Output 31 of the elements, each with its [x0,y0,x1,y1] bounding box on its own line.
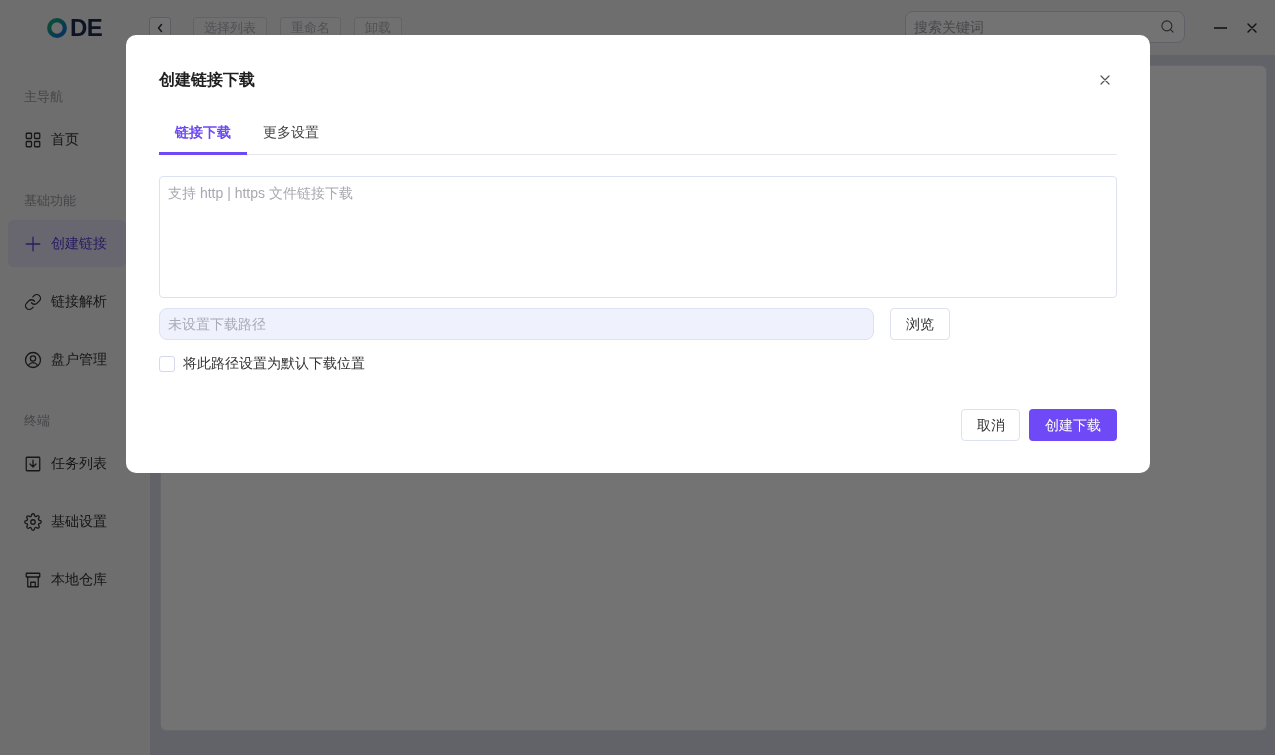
ring-logo-icon [47,17,67,38]
sidebar-item[interactable]: 首页 [8,116,126,163]
create-download-button[interactable]: 创建下载 [1029,409,1117,441]
tab[interactable]: 更多设置 [247,110,335,155]
store-icon [24,570,42,589]
plus-icon [24,234,42,253]
logo-text: DE [70,15,103,40]
minimize-icon [1213,26,1227,29]
sidebar-item[interactable]: 基础设置 [8,498,126,545]
path-input[interactable]: 未设置下载路径 [159,308,874,340]
sidebar-item[interactable]: 链接解析 [8,278,126,325]
sidebar-item[interactable]: 本地仓库 [8,556,126,603]
user-circle-icon [24,350,42,369]
gear-icon [24,512,42,531]
link-icon [24,292,42,311]
search-icon [1160,18,1175,34]
sidebar-item[interactable]: 盘户管理 [8,336,126,383]
checkbox[interactable] [159,355,175,372]
checkbox-label: 将此路径设置为默认下载位置 [183,354,365,373]
close-icon [1247,22,1257,33]
grid-icon [24,130,42,149]
sidebar-item[interactable]: 任务列表 [8,440,126,487]
close-icon [1100,75,1110,85]
sidebar-item[interactable]: 创建链接 [8,220,126,267]
dialog-title: 创建链接下载 [159,70,255,90]
tab[interactable]: 链接下载 [159,110,247,155]
cancel-button[interactable]: 取消 [961,409,1020,441]
download-icon [24,454,42,473]
chevron-left-icon [157,22,163,33]
browse-button[interactable]: 浏览 [890,308,950,340]
url-input[interactable]: 支持 http | https 文件链接下载 [159,176,1117,298]
